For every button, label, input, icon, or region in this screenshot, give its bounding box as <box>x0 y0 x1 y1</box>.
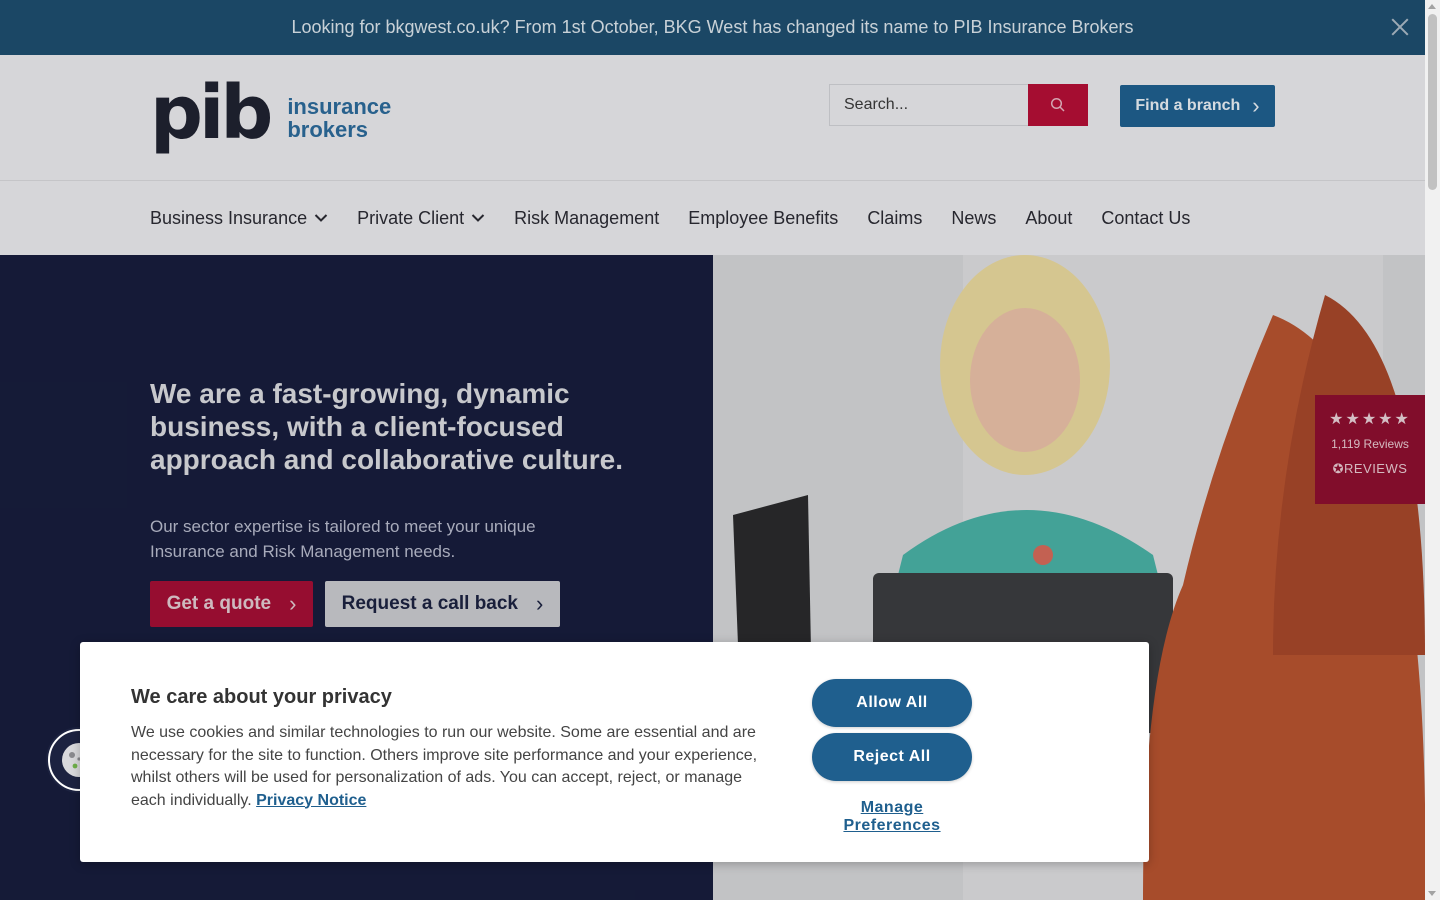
reviews-io-logo: ✪REVIEWS <box>1315 461 1425 477</box>
search-input[interactable] <box>829 84 1028 126</box>
chevron-right-icon: › <box>289 591 297 616</box>
logo-line-2: brokers <box>287 117 369 142</box>
nav-item-label: News <box>951 207 997 228</box>
get-quote-label: Get a quote <box>166 593 272 614</box>
cookie-title: We care about your privacy <box>131 686 392 708</box>
reviews-brand: REVIEWS <box>1343 461 1408 476</box>
privacy-notice-link[interactable]: Privacy Notice <box>256 792 366 809</box>
nav-item-business-insurance[interactable]: Business Insurance <box>150 208 328 229</box>
nav-item-label: About <box>1025 207 1073 228</box>
allow-all-button[interactable]: Allow All <box>812 679 972 727</box>
scroll-up-arrow-icon[interactable] <box>1428 4 1436 9</box>
chevron-right-icon: › <box>536 591 544 616</box>
logo-mark: pib <box>150 70 273 156</box>
nav-item-label: Private Client <box>357 207 465 228</box>
find-branch-button[interactable]: Find a branch › <box>1120 85 1275 127</box>
scroll-down-arrow-icon[interactable] <box>1428 891 1436 896</box>
hero-title: We are a fast-growing, dynamic business,… <box>150 378 624 475</box>
manage-preferences-link[interactable]: Manage Preferences <box>810 799 974 835</box>
find-branch-label: Find a branch <box>1135 97 1241 114</box>
get-quote-button[interactable]: Get a quote › <box>150 581 313 627</box>
nav-item-claims[interactable]: Claims <box>867 208 922 229</box>
cookie-body: We use cookies and similar technologies … <box>131 722 771 812</box>
reject-all-button[interactable]: Reject All <box>812 733 972 781</box>
hero-subtitle: Our sector expertise is tailored to meet… <box>150 517 536 561</box>
pib-logo[interactable]: pib insurance brokers <box>150 70 391 156</box>
search-form <box>829 84 1088 126</box>
chevron-down-icon <box>471 214 485 222</box>
nav-item-risk-management[interactable]: Risk Management <box>514 208 659 229</box>
chevron-down-icon <box>314 214 328 222</box>
search-button[interactable] <box>1028 84 1088 126</box>
cookie-body-text: We use cookies and similar technologies … <box>131 724 758 809</box>
search-icon <box>1050 97 1065 112</box>
review-count: 1,119 Reviews <box>1331 437 1409 451</box>
rating-stars: ★★★★★ <box>1329 411 1411 428</box>
scroll-thumb[interactable] <box>1428 14 1437 190</box>
announcement-text: Looking for bkgwest.co.uk? From 1st Octo… <box>291 17 1134 37</box>
chevron-right-icon: › <box>1252 93 1260 118</box>
scrollbar[interactable] <box>1425 0 1440 900</box>
nav-item-contact-us[interactable]: Contact Us <box>1101 208 1190 229</box>
request-callback-label: Request a call back <box>341 593 519 614</box>
cookie-consent-dialog: We care about your privacy We use cookie… <box>80 642 1149 862</box>
nav-item-label: Employee Benefits <box>688 207 839 228</box>
close-icon[interactable] <box>1389 16 1411 38</box>
site-header: pib insurance brokers Find a branch › <box>0 55 1425 181</box>
nav-item-label: Risk Management <box>514 207 660 228</box>
request-callback-button[interactable]: Request a call back › <box>325 581 560 627</box>
nav-item-label: Business Insurance <box>150 207 308 228</box>
nav-item-label: Claims <box>867 207 923 228</box>
announcement-bar: Looking for bkgwest.co.uk? From 1st Octo… <box>0 0 1425 55</box>
main-nav: Business Insurance Private Client Risk M… <box>0 181 1425 255</box>
star-circle-icon: ✪ <box>1332 461 1344 476</box>
nav-item-label: Contact Us <box>1101 207 1191 228</box>
nav-item-news[interactable]: News <box>951 208 996 229</box>
nav-item-private-client[interactable]: Private Client <box>357 208 485 229</box>
logo-text: insurance brokers <box>287 95 391 141</box>
nav-item-employee-benefits[interactable]: Employee Benefits <box>688 208 838 229</box>
logo-line-1: insurance <box>287 94 392 119</box>
reviews-badge[interactable]: ★★★★★ 1,119 Reviews ✪REVIEWS <box>1315 395 1425 504</box>
nav-item-about[interactable]: About <box>1025 208 1072 229</box>
